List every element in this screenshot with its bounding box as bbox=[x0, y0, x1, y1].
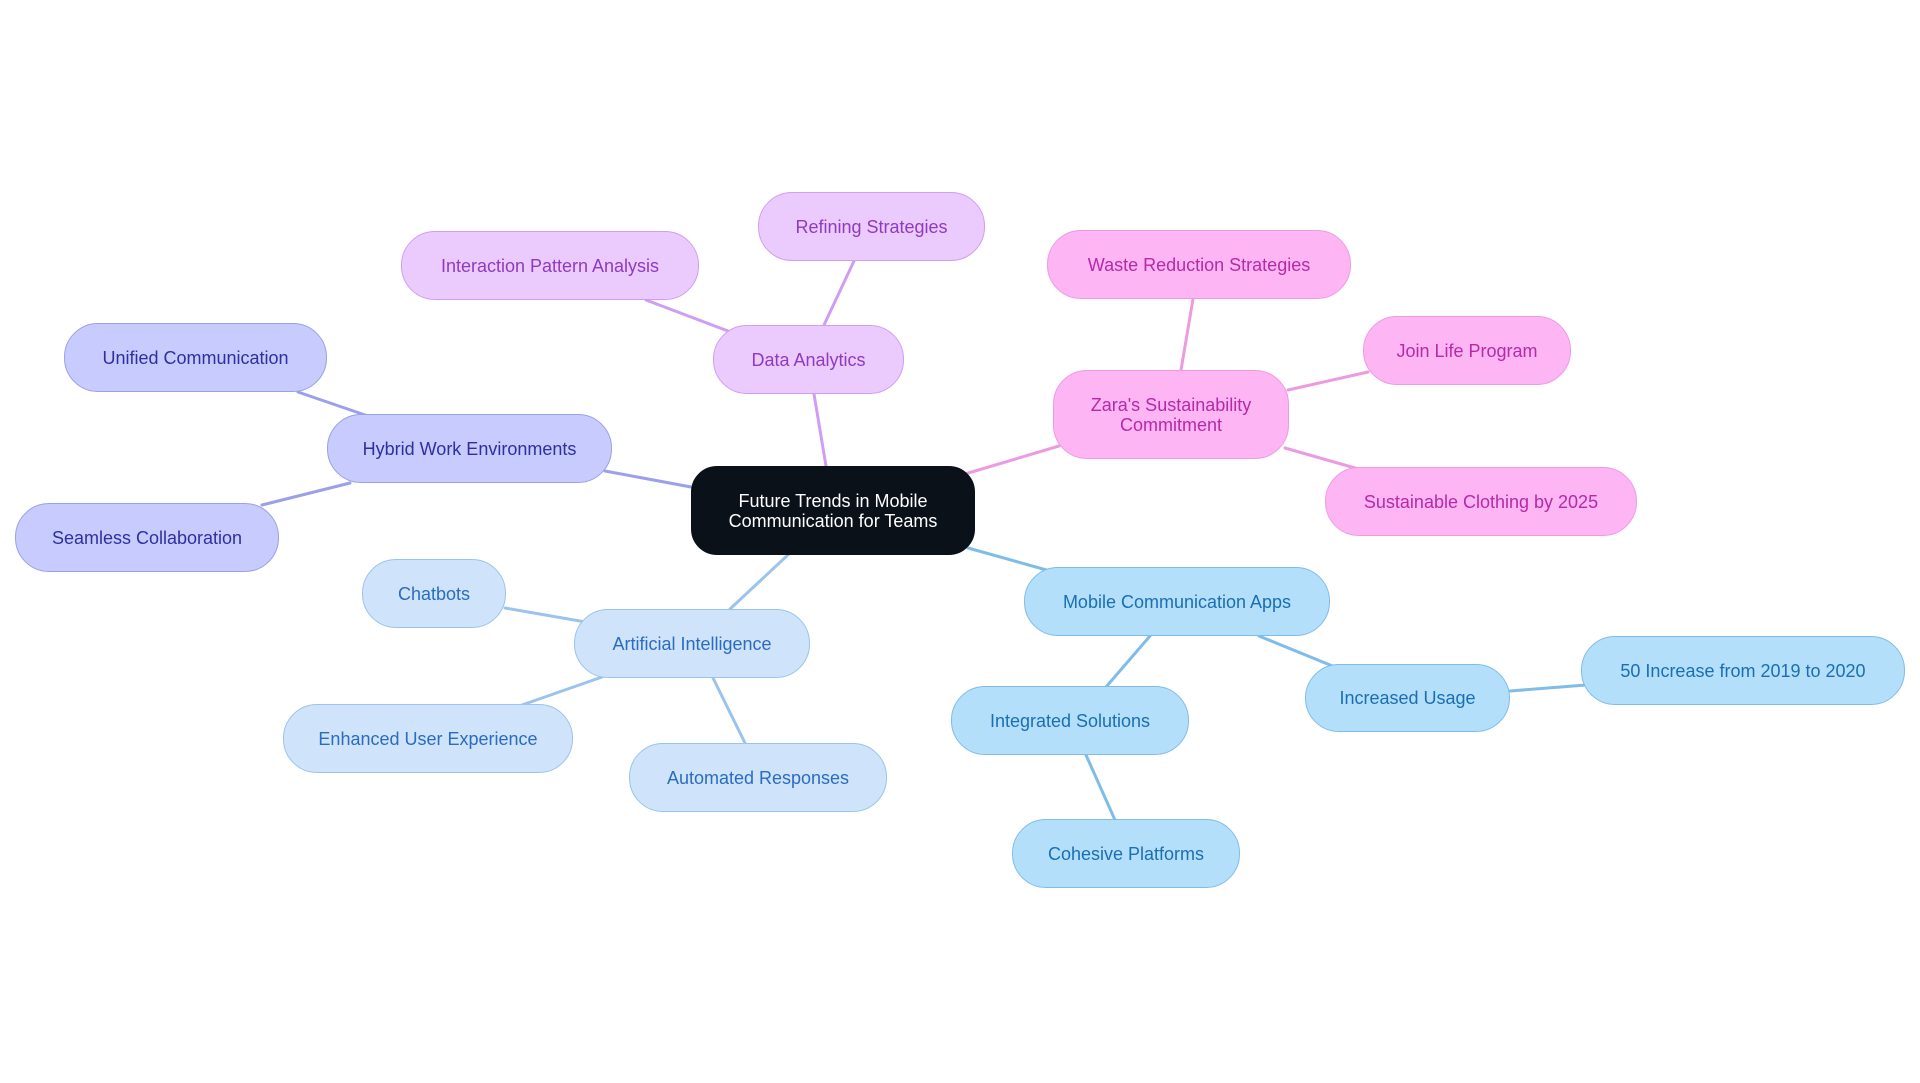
node-label: Mobile Communication Apps bbox=[1062, 591, 1292, 612]
mindmap-node-cohesive[interactable]: Cohesive Platforms bbox=[1012, 819, 1240, 888]
mindmap-node-sustainable[interactable]: Sustainable Clothing by 2025 bbox=[1325, 467, 1637, 536]
connector-ai-to-automated bbox=[711, 676, 747, 745]
mindmap-node-ux[interactable]: Enhanced User Experience bbox=[283, 704, 573, 773]
mindmap-node-analytics[interactable]: Data Analytics bbox=[713, 325, 904, 394]
connector-mobileapps-to-usage bbox=[1257, 634, 1337, 669]
node-label: Waste Reduction Strategies bbox=[1087, 254, 1311, 275]
node-label: Chatbots bbox=[397, 583, 471, 604]
connector-root-to-analytics bbox=[812, 392, 828, 468]
connector-usage-to-increase50 bbox=[1508, 683, 1588, 693]
connector-root-to-hybrid bbox=[603, 469, 693, 489]
node-label: Artificial Intelligence bbox=[612, 633, 772, 654]
connector-root-to-zara bbox=[963, 444, 1061, 476]
mindmap-node-increase50[interactable]: 50 Increase from 2019 to 2020 bbox=[1581, 636, 1905, 705]
connector-integrated-to-cohesive bbox=[1084, 753, 1117, 822]
node-label: Interaction Pattern Analysis bbox=[440, 255, 660, 276]
connector-analytics-to-refining bbox=[822, 259, 856, 327]
mindmap-node-refining[interactable]: Refining Strategies bbox=[758, 192, 985, 261]
connector-hybrid-to-seamless bbox=[260, 481, 352, 507]
mindmap-node-interaction[interactable]: Interaction Pattern Analysis bbox=[401, 231, 699, 300]
node-label: Hybrid Work Environments bbox=[362, 438, 577, 459]
mindmap-node-usage[interactable]: Increased Usage bbox=[1305, 664, 1510, 732]
mindmap-node-automated[interactable]: Automated Responses bbox=[629, 743, 887, 812]
connector-zara-to-sustainable bbox=[1283, 446, 1364, 472]
mindmap-node-unified[interactable]: Unified Communication bbox=[64, 323, 327, 392]
node-label: Enhanced User Experience bbox=[318, 728, 538, 749]
node-label: Seamless Collaboration bbox=[51, 527, 243, 548]
node-label: Unified Communication bbox=[102, 347, 289, 368]
mindmap-node-hybrid[interactable]: Hybrid Work Environments bbox=[327, 414, 612, 483]
node-label: Join Life Program bbox=[1396, 340, 1538, 361]
connector-mobileapps-to-integrated bbox=[1104, 634, 1152, 689]
node-label: Refining Strategies bbox=[795, 216, 948, 237]
node-label: Integrated Solutions bbox=[989, 710, 1151, 731]
mindmap-node-integrated[interactable]: Integrated Solutions bbox=[951, 686, 1189, 755]
connector-analytics-to-interaction bbox=[644, 298, 730, 333]
mindmap-node-joinlife[interactable]: Join Life Program bbox=[1363, 316, 1571, 385]
connector-ai-to-ux bbox=[520, 675, 604, 707]
connector-hybrid-to-unified bbox=[296, 390, 370, 418]
connector-root-to-ai bbox=[728, 551, 792, 611]
node-label: Automated Responses bbox=[666, 767, 850, 788]
node-label: 50 Increase from 2019 to 2020 bbox=[1620, 660, 1866, 681]
connector-root-to-mobileapps bbox=[966, 546, 1052, 573]
mindmap-node-ai[interactable]: Artificial Intelligence bbox=[574, 609, 810, 678]
mindmap-root-node[interactable]: Future Trends in Mobile Communication fo… bbox=[691, 466, 975, 555]
node-label: Zara's Sustainability Commitment bbox=[1090, 394, 1252, 435]
mindmap-node-chatbots[interactable]: Chatbots bbox=[362, 559, 506, 628]
node-label: Increased Usage bbox=[1339, 688, 1476, 708]
mindmap-node-mobileapps[interactable]: Mobile Communication Apps bbox=[1024, 567, 1330, 636]
node-label: Data Analytics bbox=[751, 349, 866, 370]
mindmap-canvas: Future Trends in Mobile Communication fo… bbox=[0, 0, 1920, 1083]
node-label: Future Trends in Mobile Communication fo… bbox=[728, 490, 938, 531]
connector-zara-to-joinlife bbox=[1286, 370, 1370, 392]
mindmap-node-zara[interactable]: Zara's Sustainability Commitment bbox=[1053, 370, 1289, 459]
node-label: Sustainable Clothing by 2025 bbox=[1363, 491, 1599, 512]
mindmap-node-seamless[interactable]: Seamless Collaboration bbox=[15, 503, 279, 572]
mindmap-node-waste[interactable]: Waste Reduction Strategies bbox=[1047, 230, 1351, 299]
connector-zara-to-waste bbox=[1179, 297, 1195, 372]
node-label: Cohesive Platforms bbox=[1047, 843, 1205, 864]
